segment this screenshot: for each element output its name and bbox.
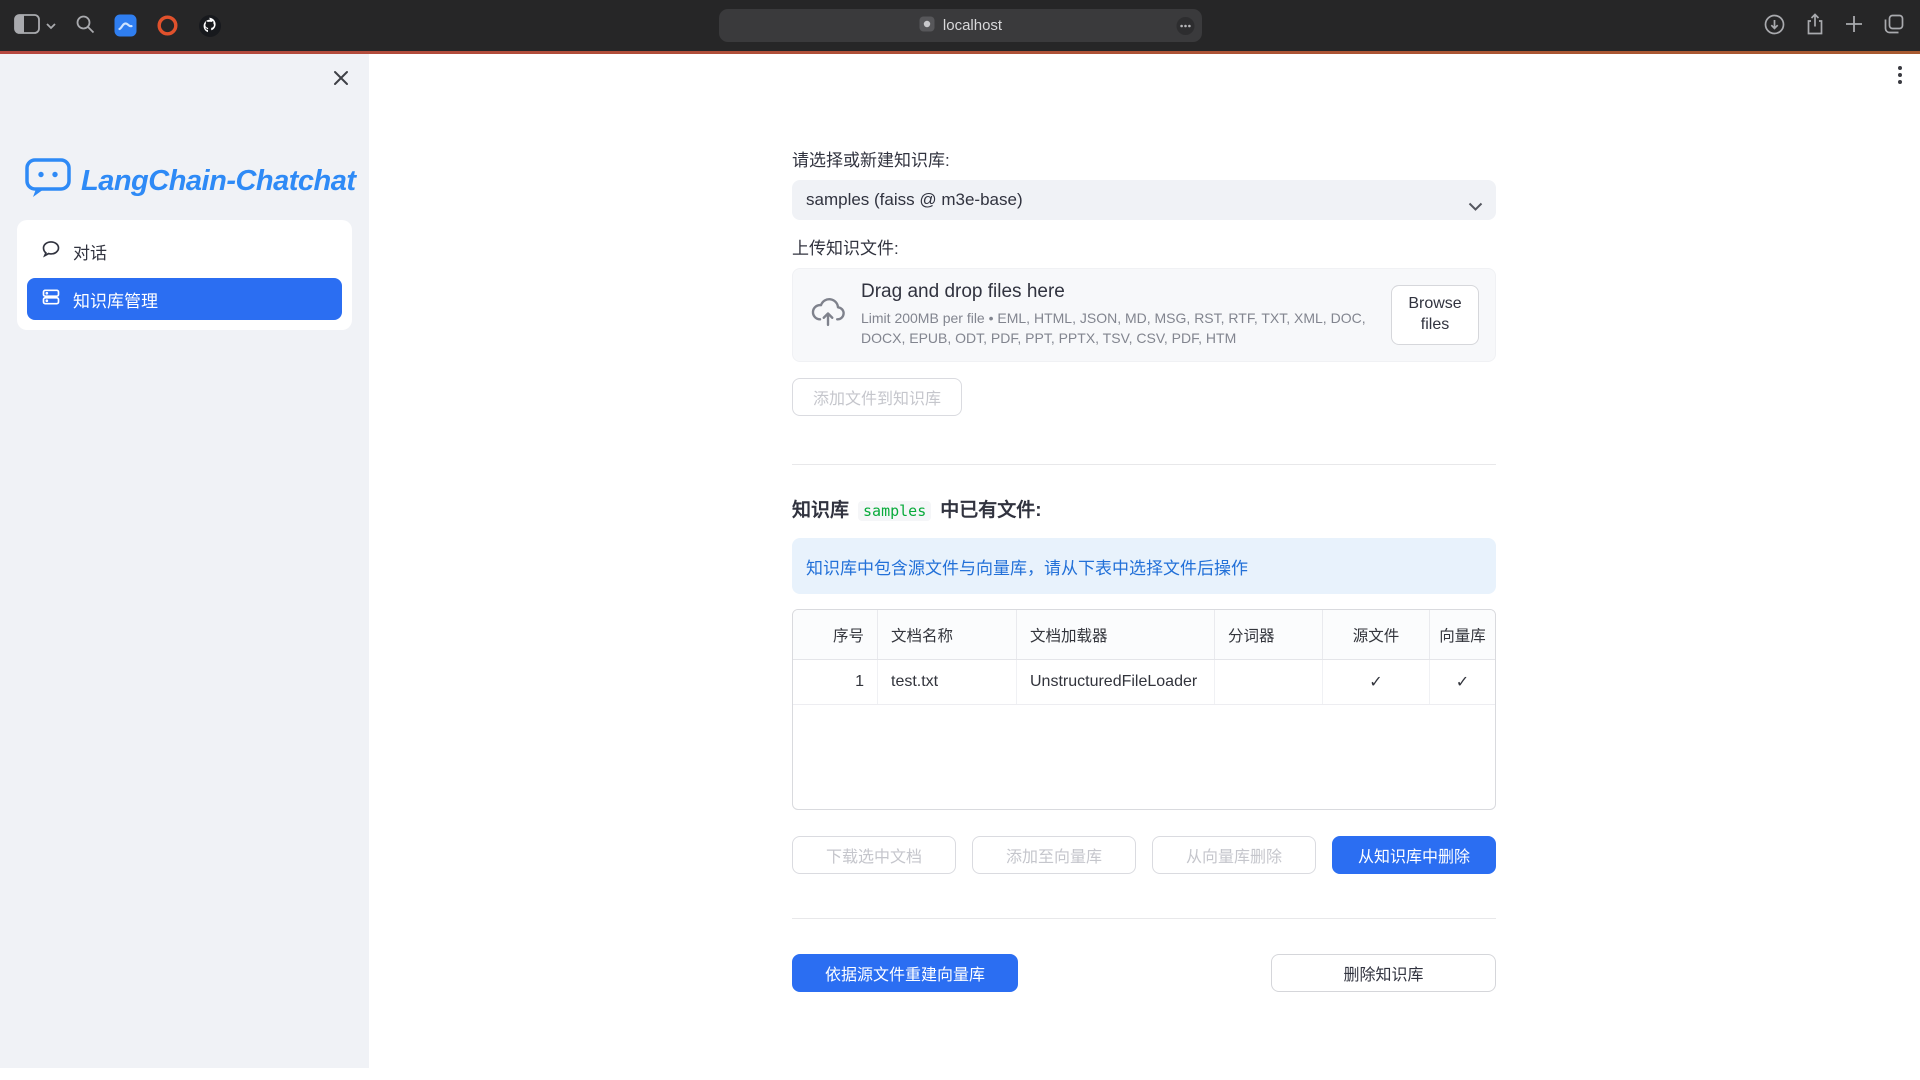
file-dropzone[interactable]: Drag and drop files here Limit 200MB per…: [792, 268, 1496, 362]
dropzone-title: Drag and drop files here: [861, 281, 1391, 303]
new-tab-button[interactable]: [1845, 15, 1863, 36]
download-selected-button[interactable]: 下载选中文档: [792, 836, 956, 874]
dropzone-limit: Limit 200MB per file • EML, HTML, JSON, …: [861, 309, 1381, 348]
chat-bubble-icon: [41, 239, 61, 264]
delete-kb-button[interactable]: 删除知识库: [1271, 954, 1496, 992]
kb-files-heading: 知识库 samples 中已有文件:: [792, 495, 1496, 522]
page-options-icon[interactable]: [1176, 16, 1195, 35]
add-to-vector-button[interactable]: 添加至向量库: [972, 836, 1136, 874]
app-icon-blue[interactable]: [114, 14, 137, 37]
menu-item-kb-management[interactable]: 知识库管理: [27, 278, 342, 320]
heading-suffix: 中已有文件:: [940, 495, 1041, 522]
logo-chat-icon: [25, 158, 71, 204]
logo-text: LangChain-Chatchat: [81, 165, 356, 198]
app-icon-orange[interactable]: [156, 14, 179, 37]
url-text: localhost: [943, 17, 1002, 34]
tab-overview-button[interactable]: [1884, 14, 1904, 37]
info-banner: 知识库中包含源文件与向量库，请从下表中选择文件后操作: [792, 538, 1496, 594]
heading-prefix: 知识库: [792, 495, 849, 522]
cell-vector-check[interactable]: ✓: [1429, 660, 1495, 704]
sidebar-toggle-icon: [14, 14, 40, 37]
kb-bottom-actions: 依据源文件重建向量库 删除知识库: [792, 954, 1496, 992]
chevron-down-icon: [1468, 196, 1483, 216]
table-header-vector[interactable]: 向量库: [1429, 610, 1495, 659]
delete-from-kb-button[interactable]: 从知识库中删除: [1332, 836, 1496, 874]
divider: [792, 464, 1496, 465]
chevron-down-icon: [46, 18, 56, 33]
site-favicon: [919, 16, 935, 36]
download-icon: [1764, 14, 1785, 38]
heading-kb-name: samples: [858, 501, 931, 521]
table-header-splitter[interactable]: 分词器: [1214, 610, 1322, 659]
browse-files-button[interactable]: Browse files: [1391, 285, 1479, 345]
sidebar-menu: 对话 知识库管理: [17, 220, 352, 330]
address-bar[interactable]: localhost: [719, 9, 1202, 42]
share-button[interactable]: [1806, 13, 1824, 38]
upload-cloud-icon: [809, 294, 847, 337]
kb-select-value: samples (faiss @ m3e-base): [806, 190, 1023, 210]
cell-name[interactable]: test.txt: [877, 660, 1016, 704]
cell-splitter[interactable]: [1214, 660, 1322, 704]
divider: [792, 918, 1496, 919]
kb-select-label: 请选择或新建知识库:: [792, 150, 1496, 172]
browser-toolbar: localhost: [0, 0, 1920, 51]
plus-icon: [1845, 15, 1863, 36]
main-content: 请选择或新建知识库: samples (faiss @ m3e-base) 上传…: [792, 54, 1496, 992]
menu-item-label: 知识库管理: [73, 287, 158, 312]
table-header-row: 序号 文档名称 文档加载器 分词器 源文件 向量库: [793, 610, 1495, 660]
toolbar-right-group: [1764, 0, 1904, 51]
add-files-button[interactable]: 添加文件到知识库: [792, 378, 962, 416]
kb-select[interactable]: samples (faiss @ m3e-base): [792, 180, 1496, 220]
dropzone-text: Drag and drop files here Limit 200MB per…: [861, 281, 1391, 348]
cell-loader[interactable]: UnstructuredFileLoader: [1016, 660, 1214, 704]
menu-item-chat[interactable]: 对话: [27, 230, 342, 272]
info-text: 知识库中包含源文件与向量库，请从下表中选择文件后操作: [806, 554, 1248, 579]
upload-label: 上传知识文件:: [792, 238, 1496, 260]
main-menu-button[interactable]: [1898, 66, 1902, 84]
menu-item-label: 对话: [73, 239, 107, 264]
table-header-index[interactable]: 序号: [793, 610, 877, 659]
search-icon: [75, 14, 95, 37]
cell-source-check[interactable]: ✓: [1322, 660, 1429, 704]
rebuild-vector-button[interactable]: 依据源文件重建向量库: [792, 954, 1018, 992]
app-logo: LangChain-Chatchat: [17, 158, 352, 204]
table-actions: 下载选中文档 添加至向量库 从向量库删除 从知识库中删除: [792, 836, 1496, 874]
table-header-loader[interactable]: 文档加载器: [1016, 610, 1214, 659]
sidebar: LangChain-Chatchat 对话 知识库管理: [0, 54, 369, 1068]
remove-from-vector-button[interactable]: 从向量库删除: [1152, 836, 1316, 874]
table-row: 1 test.txt UnstructuredFileLoader ✓ ✓: [793, 660, 1495, 705]
downloads-button[interactable]: [1764, 14, 1785, 38]
toolbar-left-group: [14, 0, 222, 51]
search-button[interactable]: [75, 14, 95, 37]
sidebar-close-button[interactable]: [333, 70, 349, 89]
kb-files-table: 序号 文档名称 文档加载器 分词器 源文件 向量库 1 test.txt Uns…: [792, 609, 1496, 810]
kb-list-icon: [41, 287, 61, 312]
tabs-icon: [1884, 14, 1904, 37]
share-icon: [1806, 13, 1824, 38]
github-icon[interactable]: [198, 14, 222, 38]
cell-index[interactable]: 1: [793, 660, 877, 704]
sidebar-toggle-button[interactable]: [14, 14, 56, 37]
close-icon: [333, 74, 349, 89]
table-header-name[interactable]: 文档名称: [877, 610, 1016, 659]
table-header-source[interactable]: 源文件: [1322, 610, 1429, 659]
